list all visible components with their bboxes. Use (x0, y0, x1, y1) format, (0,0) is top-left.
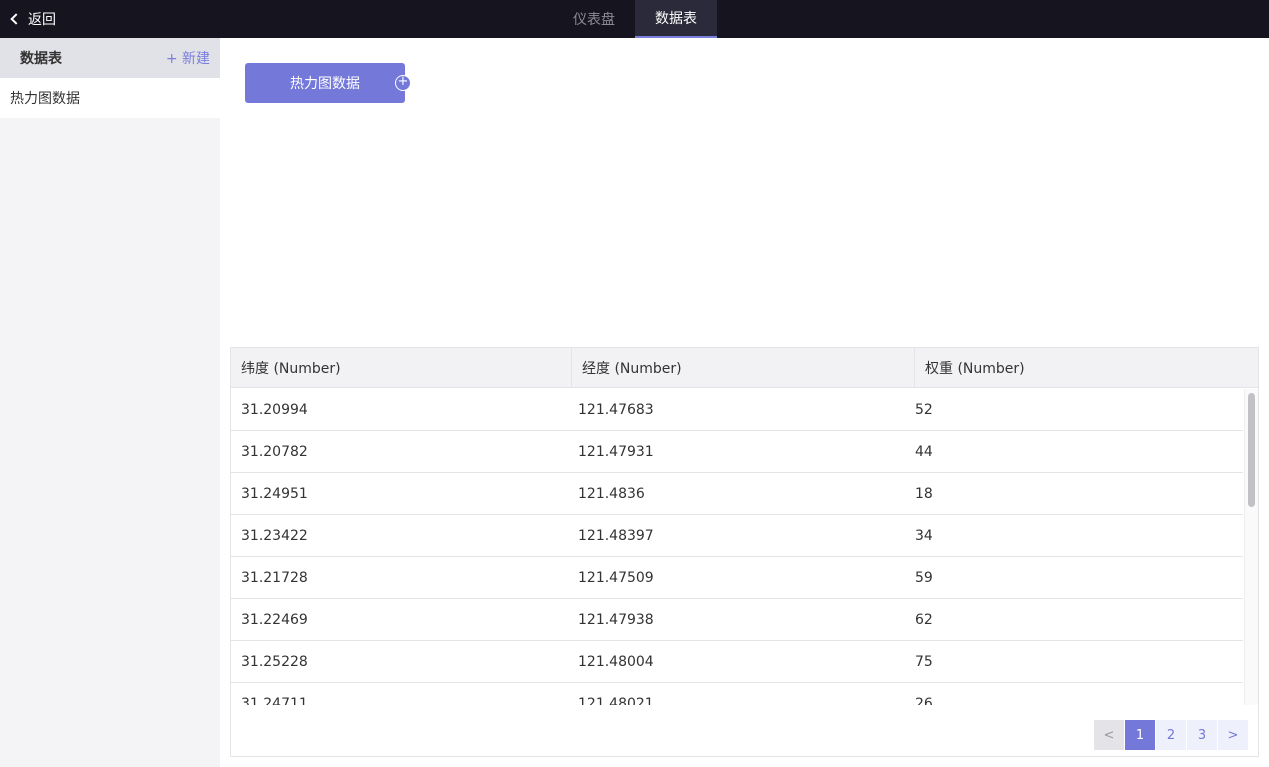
prev-page-button[interactable]: < (1094, 720, 1124, 750)
column-header-latitude[interactable]: 纬度 (Number) (231, 348, 572, 387)
back-button[interactable]: 返回 (8, 0, 56, 38)
top-tabs: 仪表盘 数据表 (553, 0, 717, 38)
table-row[interactable]: 31.24711 121.48021 26 (231, 683, 1243, 706)
cell-longitude: 121.48397 (578, 527, 654, 544)
cell-weight: 44 (915, 443, 933, 460)
sidebar-title: 数据表 (20, 51, 62, 67)
tab-label: 仪表盘 (573, 12, 615, 28)
page-button-2[interactable]: 2 (1156, 720, 1186, 750)
sidebar-item-label: 热力图数据 (10, 91, 80, 107)
plus-circle-icon[interactable]: + (395, 75, 411, 91)
main-content: 热力图数据 + 纬度 (Number) 经度 (Number) 权重 (Numb… (220, 38, 1269, 767)
cell-weight: 18 (915, 485, 933, 502)
pagination: < 1 2 3 > (1094, 720, 1248, 750)
chevron-left-icon (10, 13, 22, 25)
sidebar-header: 数据表 + 新建 (0, 38, 220, 78)
cell-latitude: 31.24951 (241, 485, 308, 502)
new-table-button[interactable]: + 新建 (166, 48, 210, 68)
table-row[interactable]: 31.24951 121.4836 18 (231, 473, 1243, 515)
cell-longitude: 121.48004 (578, 653, 654, 670)
sidebar-item-heatmap-data[interactable]: 热力图数据 (0, 78, 220, 118)
table-header: 纬度 (Number) 经度 (Number) 权重 (Number) (231, 348, 1258, 388)
cell-latitude: 31.22469 (241, 611, 308, 628)
cell-weight: 26 (915, 695, 933, 706)
page-button-1[interactable]: 1 (1125, 720, 1155, 750)
cell-latitude: 31.25228 (241, 653, 308, 670)
cell-latitude: 31.23422 (241, 527, 308, 544)
cell-longitude: 121.47683 (578, 401, 654, 418)
table-row[interactable]: 31.22469 121.47938 62 (231, 599, 1243, 641)
table-body: 31.20994 121.47683 52 31.20782 121.47931… (231, 389, 1243, 705)
table-row[interactable]: 31.25228 121.48004 75 (231, 641, 1243, 683)
table-chip[interactable]: 热力图数据 (245, 63, 405, 103)
cell-latitude: 31.24711 (241, 695, 308, 706)
column-header-weight[interactable]: 权重 (Number) (915, 348, 1258, 387)
next-page-button[interactable]: > (1218, 720, 1248, 750)
tab-label: 数据表 (655, 11, 697, 27)
cell-longitude: 121.47509 (578, 569, 654, 586)
table-row[interactable]: 31.21728 121.47509 59 (231, 557, 1243, 599)
scrollbar-thumb[interactable] (1248, 393, 1255, 507)
cell-longitude: 121.47931 (578, 443, 654, 460)
table-row[interactable]: 31.20994 121.47683 52 (231, 389, 1243, 431)
cell-weight: 62 (915, 611, 933, 628)
cell-weight: 34 (915, 527, 933, 544)
cell-weight: 52 (915, 401, 933, 418)
cell-latitude: 31.20994 (241, 401, 308, 418)
table-row[interactable]: 31.20782 121.47931 44 (231, 431, 1243, 473)
cell-longitude: 121.48021 (578, 695, 654, 706)
cell-longitude: 121.4836 (578, 485, 645, 502)
tab-dashboard[interactable]: 仪表盘 (553, 0, 635, 38)
top-bar: 返回 仪表盘 数据表 (0, 0, 1269, 38)
sidebar: 数据表 + 新建 热力图数据 (0, 38, 220, 767)
back-label: 返回 (28, 12, 56, 28)
tab-datatable[interactable]: 数据表 (635, 0, 717, 38)
data-table: 纬度 (Number) 经度 (Number) 权重 (Number) 31.2… (230, 347, 1259, 757)
cell-weight: 75 (915, 653, 933, 670)
table-scrollbar[interactable] (1244, 389, 1258, 705)
cell-longitude: 121.47938 (578, 611, 654, 628)
cell-latitude: 31.21728 (241, 569, 308, 586)
cell-weight: 59 (915, 569, 933, 586)
column-header-longitude[interactable]: 经度 (Number) (572, 348, 915, 387)
table-chip-label: 热力图数据 (290, 76, 360, 92)
table-row[interactable]: 31.23422 121.48397 34 (231, 515, 1243, 557)
cell-latitude: 31.20782 (241, 443, 308, 460)
page-button-3[interactable]: 3 (1187, 720, 1217, 750)
